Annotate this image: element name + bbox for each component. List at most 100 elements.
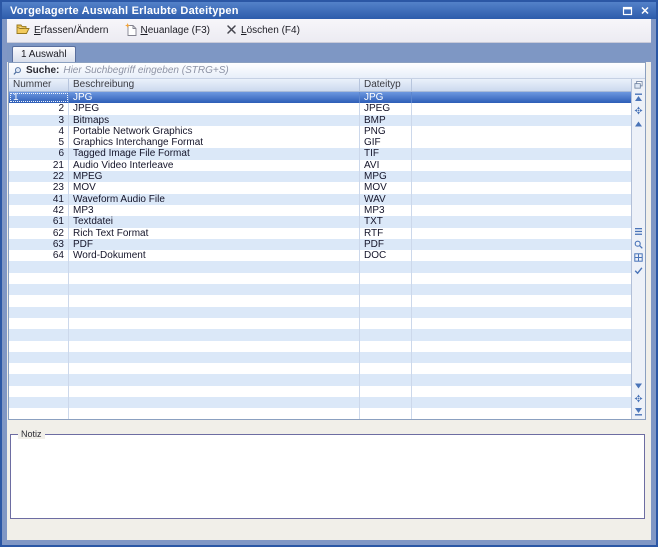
move-icon[interactable] [634,394,643,403]
toolbar-button-lschen[interactable]: Löschen (F4) [226,24,300,38]
table-row[interactable]: 3BitmapsBMP [9,115,631,126]
cell-nummer[interactable]: 61 [9,216,69,227]
tab-label: 1 Auswahl [21,49,67,60]
scroll-up-icon[interactable] [634,119,643,128]
table-row[interactable]: 23MOVMOV [9,182,631,193]
cell-beschreibung[interactable]: Audio Video Interleave [69,160,360,171]
cell-dateityp[interactable]: PDF [360,239,412,250]
table-row[interactable]: 64Word-DokumentDOC [9,250,631,261]
search-bar[interactable]: Suche: Hier Suchbegriff eingeben (STRG+S… [9,63,645,79]
column-header-nummer[interactable]: Nummer [9,79,69,91]
toolbar-button-erfassenndern[interactable]: Erfassen/Ändern [16,23,109,38]
table-row[interactable]: 6Tagged Image File FormatTIF [9,148,631,159]
restore-button[interactable] [620,5,634,17]
cell-nummer[interactable]: 1 [9,92,69,103]
cell-beschreibung[interactable]: Bitmaps [69,115,360,126]
checkmark-icon[interactable] [634,266,643,275]
cell-nummer[interactable]: 3 [9,115,69,126]
cell-beschreibung[interactable]: JPEG [69,103,360,114]
cell-beschreibung[interactable]: PDF [69,239,360,250]
empty-cell [69,363,360,374]
cell-dateityp[interactable]: MOV [360,182,412,193]
toolbar-button-label: Löschen (F4) [241,25,300,36]
empty-row [9,273,631,284]
cell-dateityp[interactable]: MPG [360,171,412,182]
cell-beschreibung[interactable]: Word-Dokument [69,250,360,261]
open-folder-icon [16,23,30,38]
titlebar[interactable]: Vorgelagerte Auswahl Erlaubte Dateitypen [2,2,656,19]
cell-nummer[interactable]: 4 [9,126,69,137]
note-input[interactable] [11,435,644,518]
cell-beschreibung[interactable]: Waveform Audio File [69,194,360,205]
cell-dateityp[interactable]: TIF [360,148,412,159]
empty-cell [360,386,412,397]
cell-filler [412,194,631,205]
splitter-icon[interactable] [634,227,643,236]
scroll-to-bottom-icon[interactable] [634,407,643,416]
table-row[interactable]: 5Graphics Interchange FormatGIF [9,137,631,148]
table-row[interactable]: 1JPGJPG [9,92,631,103]
table-row[interactable]: 4Portable Network GraphicsPNG [9,126,631,137]
cell-beschreibung[interactable]: JPG [69,92,360,103]
empty-cell [360,363,412,374]
table-row[interactable]: 62Rich Text FormatRTF [9,228,631,239]
cell-nummer[interactable]: 41 [9,194,69,205]
table-row[interactable]: 21Audio Video InterleaveAVI [9,160,631,171]
cell-dateityp[interactable]: MP3 [360,205,412,216]
scroll-down-icon[interactable] [634,381,643,390]
empty-cell [69,408,360,419]
cell-beschreibung[interactable]: MPEG [69,171,360,182]
cell-dateityp[interactable]: BMP [360,115,412,126]
cell-dateityp[interactable]: GIF [360,137,412,148]
cell-dateityp[interactable]: TXT [360,216,412,227]
window-title: Vorgelagerte Auswahl Erlaubte Dateitypen [10,5,620,17]
cell-beschreibung[interactable]: Textdatei [69,216,360,227]
cell-dateityp[interactable]: PNG [360,126,412,137]
empty-cell [9,363,69,374]
cell-nummer[interactable]: 21 [9,160,69,171]
cell-nummer[interactable]: 23 [9,182,69,193]
column-header-beschreibung[interactable]: Beschreibung [69,79,360,91]
search-input[interactable]: Hier Suchbegriff eingeben (STRG+S) [63,65,228,76]
magnifier-icon[interactable] [634,240,643,249]
cell-dateityp[interactable]: WAV [360,194,412,205]
column-header-dateityp[interactable]: Dateityp [360,79,412,91]
cell-nummer[interactable]: 64 [9,250,69,261]
close-button[interactable] [638,5,652,17]
grid-side-toolbar[interactable] [631,79,645,419]
cell-filler [412,250,631,261]
move-icon[interactable] [634,106,643,115]
cell-nummer[interactable]: 62 [9,228,69,239]
cell-dateityp[interactable]: AVI [360,160,412,171]
table-row[interactable]: 63PDFPDF [9,239,631,250]
scroll-to-top-icon[interactable] [634,93,643,102]
tab-auswahl[interactable]: 1 Auswahl [12,46,76,62]
cell-beschreibung[interactable]: Portable Network Graphics [69,126,360,137]
table-row[interactable]: 61TextdateiTXT [9,216,631,227]
cell-beschreibung[interactable]: MP3 [69,205,360,216]
cell-dateityp[interactable]: DOC [360,250,412,261]
empty-cell [360,374,412,385]
empty-cell [9,261,69,272]
cell-beschreibung[interactable]: Rich Text Format [69,228,360,239]
cell-nummer[interactable]: 22 [9,171,69,182]
cell-nummer[interactable]: 5 [9,137,69,148]
cell-dateityp[interactable]: RTF [360,228,412,239]
cell-dateityp[interactable]: JPG [360,92,412,103]
cell-nummer[interactable]: 2 [9,103,69,114]
table-row[interactable]: 42MP3MP3 [9,205,631,216]
cell-dateityp[interactable]: JPEG [360,103,412,114]
cell-filler [412,126,631,137]
table-row[interactable]: 22MPEGMPG [9,171,631,182]
cell-beschreibung[interactable]: Graphics Interchange Format [69,137,360,148]
table-row[interactable]: 2JPEGJPEG [9,103,631,114]
column-chooser-icon[interactable] [634,80,643,89]
cell-nummer[interactable]: 63 [9,239,69,250]
cell-nummer[interactable]: 42 [9,205,69,216]
table-row[interactable]: 41Waveform Audio FileWAV [9,194,631,205]
cell-nummer[interactable]: 6 [9,148,69,159]
toolbar-button-neuanlage[interactable]: Neuanlage (F3) [125,23,211,39]
grid-layout-icon[interactable] [634,253,643,262]
cell-beschreibung[interactable]: Tagged Image File Format [69,148,360,159]
cell-beschreibung[interactable]: MOV [69,182,360,193]
